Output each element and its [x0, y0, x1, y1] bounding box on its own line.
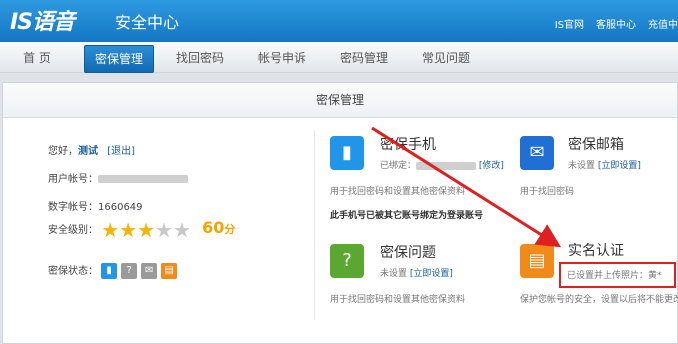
red-arrow-annotation	[371, 126, 562, 248]
